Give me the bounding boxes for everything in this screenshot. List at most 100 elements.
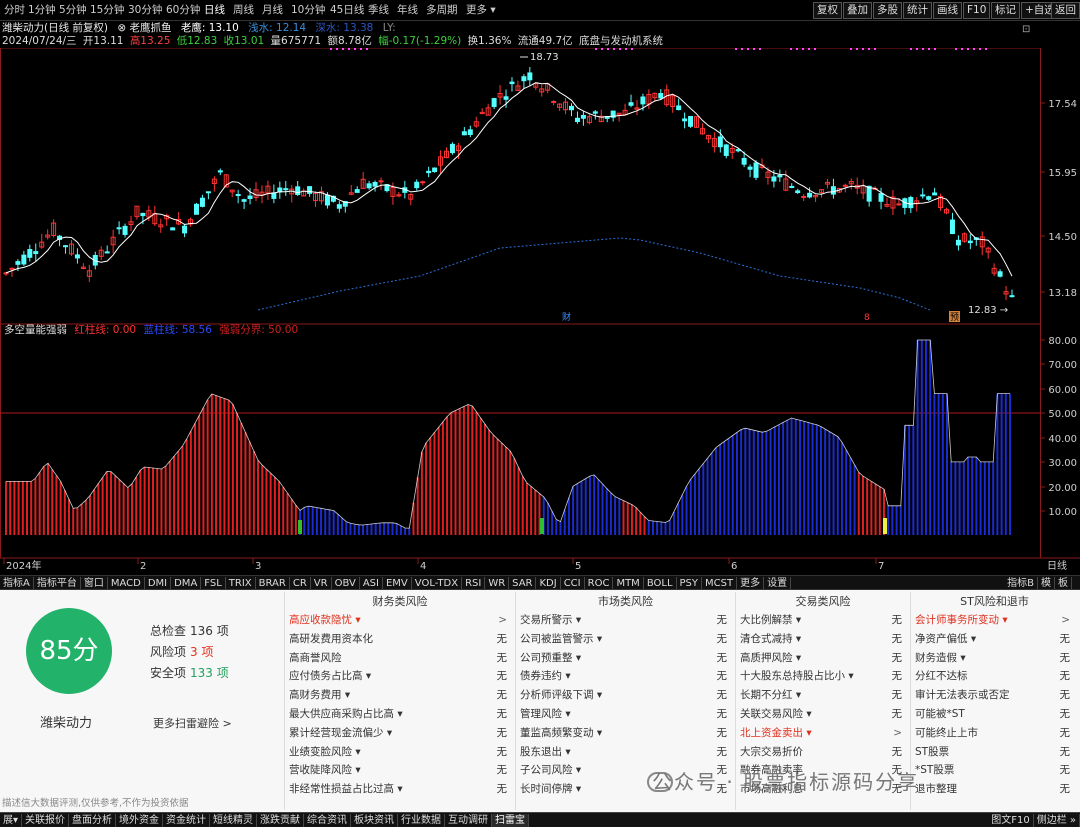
risk-item[interactable]: 分析师评级下调 ▾ 无: [516, 686, 735, 705]
indicator-tab-right-0[interactable]: 指标B: [1004, 577, 1038, 589]
indicator-tab-0[interactable]: 指标A: [0, 577, 34, 589]
indicator-tab-11[interactable]: OBV: [332, 577, 360, 589]
bottom-tab-4[interactable]: 资金统计: [163, 814, 211, 827]
risk-item[interactable]: 业绩变脸风险 ▾ 无: [285, 743, 515, 762]
bottom-right-tab-0[interactable]: 图文F10: [988, 814, 1034, 827]
indicator-tab-22[interactable]: BOLL: [644, 577, 677, 589]
risk-item[interactable]: 可能终止上市 无: [911, 724, 1078, 743]
period-tab-weekly[interactable]: 周线: [233, 3, 254, 18]
bottom-tab-11[interactable]: 扫雷宝: [492, 814, 530, 827]
risk-item[interactable]: 公司被监管警示 ▾ 无: [516, 630, 735, 649]
period-tab-fenshi[interactable]: 分时: [4, 3, 25, 18]
risk-item[interactable]: 公司预重整 ▾ 无: [516, 649, 735, 668]
period-tab-quarterly[interactable]: 季线: [368, 3, 389, 18]
indicator-tab-21[interactable]: MTM: [613, 577, 644, 589]
draw-line-button[interactable]: 画线: [933, 2, 962, 19]
indicator-tab-23[interactable]: PSY: [677, 577, 703, 589]
risk-item[interactable]: 高研发费用资本化 无: [285, 630, 515, 649]
indicator-tab-3[interactable]: MACD: [108, 577, 145, 589]
stats-button[interactable]: 统计: [903, 2, 932, 19]
bottom-tab-5[interactable]: 短线精灵: [210, 814, 258, 827]
period-tab-monthly[interactable]: 月线: [262, 3, 283, 18]
f10-button[interactable]: F10: [963, 2, 991, 19]
indicator-tab-right-2[interactable]: 板: [1055, 577, 1072, 589]
risk-item[interactable]: 高应收款隐忧 ▾ >: [285, 611, 515, 630]
kline-svg[interactable]: 17.54 15.95 14.50 13.18 18.73 12.83 → 财 8 预 80.00…: [0, 47, 1080, 575]
bottom-tab-6[interactable]: 涨跌贡献: [257, 814, 305, 827]
fuquan-button[interactable]: 复权: [813, 2, 842, 19]
bottom-tab-3[interactable]: 境外资金: [116, 814, 164, 827]
indicator-tab-12[interactable]: ASI: [360, 577, 383, 589]
period-tab-yearly[interactable]: 年线: [397, 3, 418, 18]
risk-item[interactable]: 大宗交易折价 无: [736, 743, 910, 762]
risk-item[interactable]: 债券违约 ▾ 无: [516, 667, 735, 686]
indicator-tab-24[interactable]: MCST: [702, 577, 738, 589]
risk-item[interactable]: 高财务费用 ▾ 无: [285, 686, 515, 705]
mark-button[interactable]: 标记: [991, 2, 1020, 19]
indicator-tab-20[interactable]: ROC: [585, 577, 614, 589]
risk-item[interactable]: 应付债务占比高 ▾ 无: [285, 667, 515, 686]
indicator-tab-14[interactable]: VOL-TDX: [412, 577, 463, 589]
bottom-right-tab-1[interactable]: 侧边栏 »: [1034, 814, 1080, 827]
indicator-tab-5[interactable]: DMA: [171, 577, 202, 589]
period-tab-10min[interactable]: 10分钟: [291, 3, 325, 18]
risk-item[interactable]: ST股票 无: [911, 743, 1078, 762]
indicator-tab-4[interactable]: DMI: [145, 577, 172, 589]
chart-area[interactable]: 17.54 15.95 14.50 13.18 18.73 12.83 → 财 8 预 80.00…: [0, 47, 1080, 575]
multi-stock-button[interactable]: 多股: [873, 2, 902, 19]
risk-item[interactable]: 会计师事务所变动 ▾ >: [911, 611, 1078, 630]
risk-item[interactable]: 管理风险 ▾ 无: [516, 705, 735, 724]
risk-item[interactable]: 可能被*ST 无: [911, 705, 1078, 724]
period-tab-30min[interactable]: 30分钟: [128, 3, 162, 18]
indicator-tab-18[interactable]: KDJ: [536, 577, 561, 589]
risk-item[interactable]: 高质押风险 ▾ 无: [736, 649, 910, 668]
period-tab-daily[interactable]: 日线: [204, 3, 225, 18]
period-tab-60min[interactable]: 60分钟: [166, 3, 200, 18]
indicator-tab-6[interactable]: FSL: [201, 577, 226, 589]
indicator-tab-26[interactable]: 设置: [764, 577, 792, 589]
indicator-tab-17[interactable]: SAR: [509, 577, 537, 589]
indicator-tab-13[interactable]: EMV: [383, 577, 412, 589]
bottom-tab-10[interactable]: 互动调研: [445, 814, 493, 827]
risk-item[interactable]: 交易所警示 ▾ 无: [516, 611, 735, 630]
back-button[interactable]: 返回: [1051, 2, 1080, 19]
risk-item[interactable]: *ST股票 无: [911, 761, 1078, 780]
period-tab-multi[interactable]: 多周期: [426, 3, 458, 18]
risk-item[interactable]: 北上资金卖出 ▾ >: [736, 724, 910, 743]
risk-item[interactable]: 十大股东总持股占比小 ▾ 无: [736, 667, 910, 686]
indicator-title[interactable]: 多空量能强弱: [4, 324, 67, 336]
risk-item[interactable]: 高商誉风险 无: [285, 649, 515, 668]
indicator-tab-8[interactable]: BRAR: [256, 577, 290, 589]
period-more-dropdown[interactable]: 更多 ▾: [466, 3, 496, 18]
risk-item[interactable]: 分红不达标 无: [911, 667, 1078, 686]
bottom-tab-7[interactable]: 综合资讯: [304, 814, 352, 827]
overlay-button[interactable]: 叠加: [843, 2, 872, 19]
bottom-tab-1[interactable]: 关联报价: [22, 814, 70, 827]
period-tab-15min[interactable]: 15分钟: [90, 3, 124, 18]
expand-icon[interactable]: ⊡: [1022, 23, 1030, 36]
bottom-tab-8[interactable]: 板块资讯: [351, 814, 399, 827]
bottom-tab-9[interactable]: 行业数据: [398, 814, 446, 827]
period-tab-5min[interactable]: 5分钟: [59, 3, 87, 18]
period-tab-1min[interactable]: 1分钟: [28, 3, 56, 18]
risk-item[interactable]: 长期不分红 ▾ 无: [736, 686, 910, 705]
risk-item[interactable]: 审计无法表示或否定 无: [911, 686, 1078, 705]
more-scan-link[interactable]: 更多扫雷避险 >: [153, 715, 232, 731]
risk-item[interactable]: 营收陡降风险 ▾ 无: [285, 761, 515, 780]
indicator-tab-1[interactable]: 指标平台: [34, 577, 81, 589]
indicator-tab-25[interactable]: 更多: [737, 577, 765, 589]
bottom-tab-2[interactable]: 盘面分析: [69, 814, 117, 827]
indicator-tab-10[interactable]: VR: [311, 577, 332, 589]
indicator-tab-2[interactable]: 窗口: [81, 577, 108, 589]
indicator-tab-15[interactable]: RSI: [462, 577, 486, 589]
risk-item[interactable]: 累计经营现金流偏少 ▾ 无: [285, 724, 515, 743]
risk-item[interactable]: 董监高频繁变动 ▾ 无: [516, 724, 735, 743]
risk-item[interactable]: 股东退出 ▾ 无: [516, 743, 735, 762]
indicator-tab-19[interactable]: CCI: [561, 577, 585, 589]
risk-item[interactable]: 最大供应商采购占比高 ▾ 无: [285, 705, 515, 724]
risk-item[interactable]: 非经常性损益占比过高 ▾ 无: [285, 780, 515, 799]
risk-item[interactable]: 退市整理 无: [911, 780, 1078, 799]
indicator-tab-right-1[interactable]: 模: [1038, 577, 1055, 589]
risk-item[interactable]: 大比例解禁 ▾ 无: [736, 611, 910, 630]
risk-item[interactable]: 净资产偏低 ▾ 无: [911, 630, 1078, 649]
